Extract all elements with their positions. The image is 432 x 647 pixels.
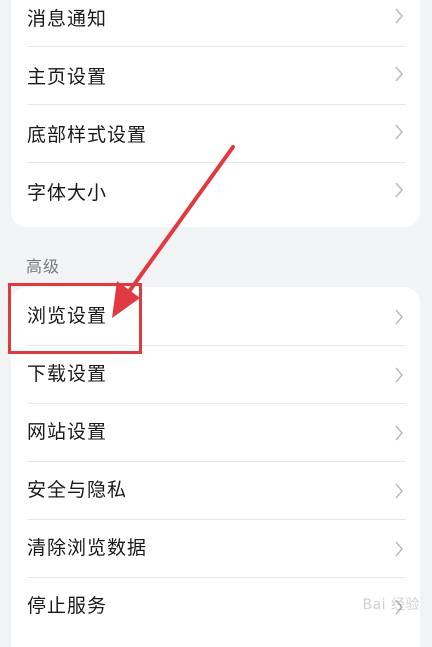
settings-row-notifications[interactable]: 消息通知 — [11, 0, 420, 46]
settings-row-label: 安全与隐私 — [27, 479, 128, 501]
settings-row-download[interactable]: 下载设置 — [11, 345, 420, 403]
settings-row-label: 浏览设置 — [27, 305, 108, 327]
settings-row-security-privacy[interactable]: 安全与隐私 — [11, 461, 420, 519]
chevron-right-icon — [395, 483, 404, 499]
settings-row-label: 停止服务 — [27, 595, 108, 617]
chevron-right-icon — [395, 425, 404, 441]
chevron-right-icon — [395, 66, 404, 82]
chevron-right-icon — [395, 367, 404, 383]
settings-card-general: 消息通知 主页设置 底部样式设置 字体大小 — [11, 0, 420, 227]
settings-row-label: 清除浏览数据 — [27, 537, 148, 559]
settings-row-clear-data[interactable]: 清除浏览数据 — [11, 519, 420, 577]
settings-row-label: 消息通知 — [27, 8, 108, 30]
settings-row-label: 字体大小 — [27, 182, 108, 204]
settings-row-browse[interactable]: 浏览设置 — [11, 287, 420, 345]
chevron-right-icon — [395, 182, 404, 198]
settings-row-label: 下载设置 — [27, 363, 108, 385]
settings-card-advanced: 浏览设置 下载设置 网站设置 安全与隐私 清除浏览数据 停止服务 — [11, 287, 420, 647]
watermark: Bai 经验 — [362, 597, 420, 613]
section-title-advanced: 高级 — [26, 257, 61, 276]
settings-row-home[interactable]: 主页设置 — [11, 46, 420, 104]
settings-row-website[interactable]: 网站设置 — [11, 403, 420, 461]
chevron-right-icon — [395, 309, 404, 325]
settings-row-label: 主页设置 — [27, 66, 108, 88]
settings-row-label: 底部样式设置 — [27, 124, 148, 146]
settings-row-bottom-style[interactable]: 底部样式设置 — [11, 104, 420, 162]
settings-row-font-size[interactable]: 字体大小 — [11, 162, 420, 220]
chevron-right-icon — [395, 541, 404, 557]
chevron-right-icon — [395, 124, 404, 140]
chevron-right-icon — [395, 8, 404, 24]
settings-row-label: 网站设置 — [27, 421, 108, 443]
settings-row-stop-service[interactable]: 停止服务 — [11, 577, 420, 635]
